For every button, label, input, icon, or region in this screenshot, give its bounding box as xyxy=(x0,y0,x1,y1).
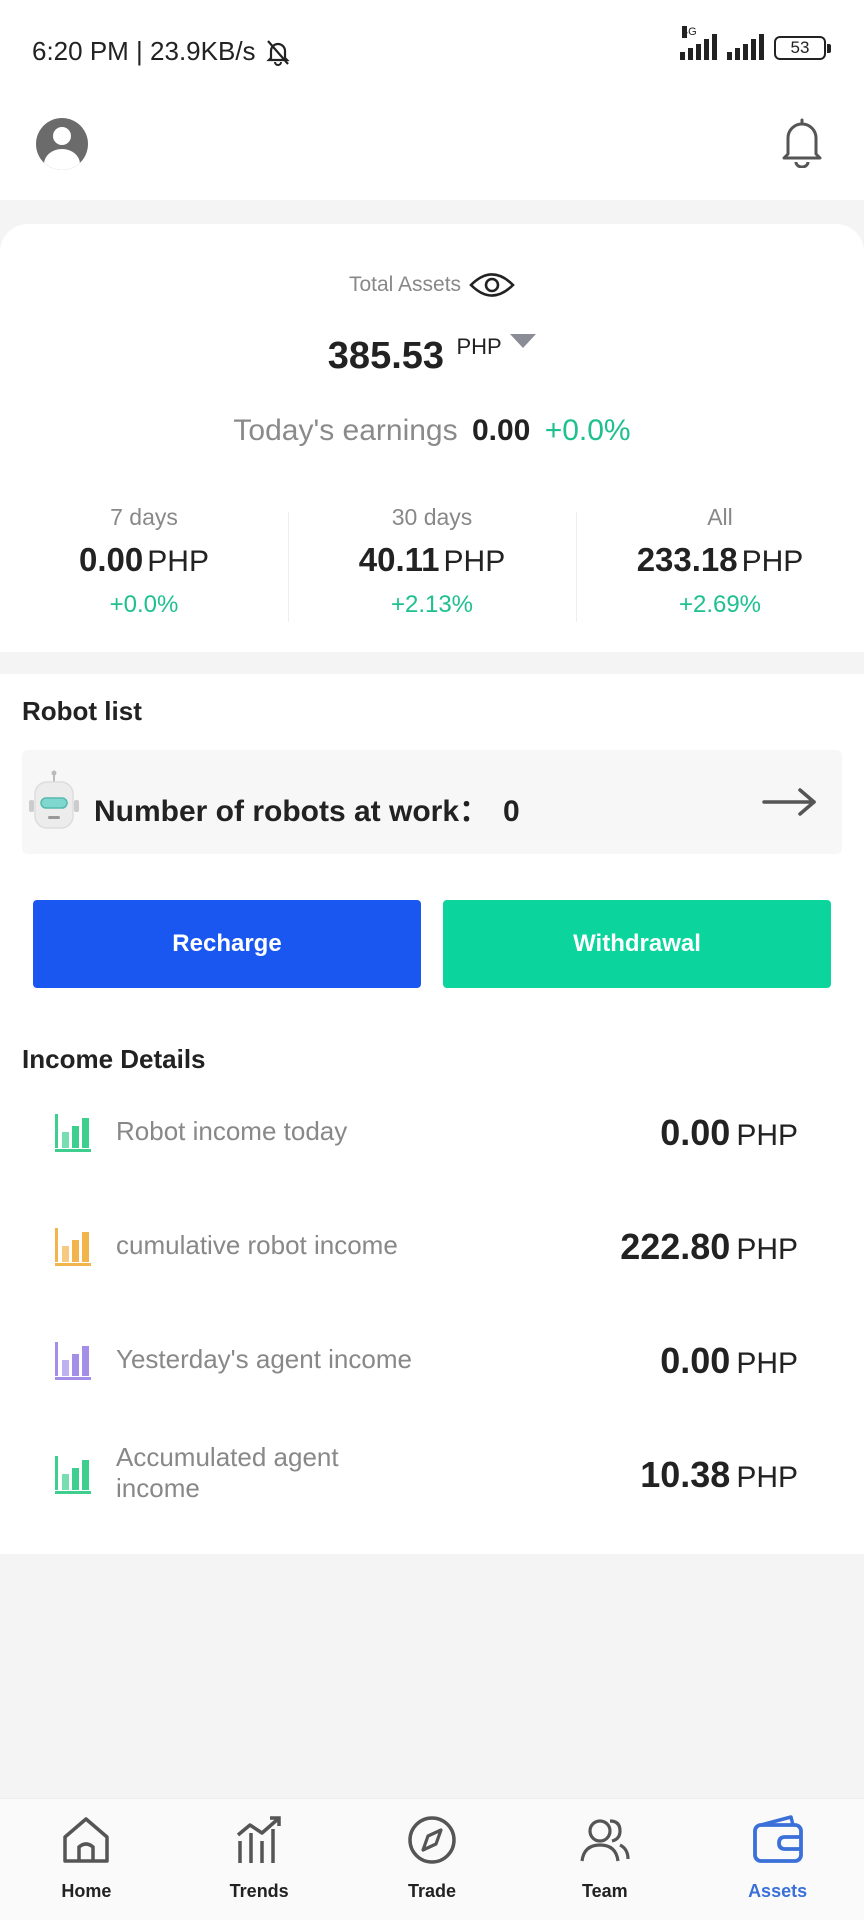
signal-4g-icon: 4G xyxy=(680,26,717,60)
nav-trends[interactable]: Trends xyxy=(173,1799,346,1920)
status-time: 6:20 PM | 23.9KB/s xyxy=(32,36,292,67)
trends-icon xyxy=(237,1816,281,1863)
total-assets-label: Total Assets xyxy=(0,270,864,300)
stat-label: 7 days xyxy=(110,504,178,530)
battery-icon: 53 xyxy=(774,36,831,60)
app-header xyxy=(0,100,864,200)
income-currency: PHP xyxy=(736,1233,798,1266)
nav-assets[interactable]: Assets xyxy=(691,1799,864,1920)
compass-icon xyxy=(408,1816,456,1864)
total-assets-text: Total Assets xyxy=(348,273,462,296)
income-row-yesterday-agent: Yesterday's agent income 0.00 PHP xyxy=(0,1314,864,1404)
recharge-button[interactable]: Recharge xyxy=(33,900,421,988)
income-currency: PHP xyxy=(736,1347,798,1380)
bell-icon[interactable] xyxy=(780,116,824,168)
nav-label: Trade xyxy=(407,1881,456,1901)
robot-list-title: Robot list xyxy=(22,696,142,726)
assets-card: Total Assets 385.53 PHP Today's earnings… xyxy=(0,224,864,652)
income-value: 0.00 xyxy=(660,1340,731,1381)
withdrawal-button[interactable]: Withdrawal xyxy=(443,900,831,988)
mute-bell-icon xyxy=(265,39,290,66)
eye-icon[interactable] xyxy=(469,270,515,300)
income-row-robot-today: Robot income today 0.00 PHP xyxy=(0,1086,864,1176)
currency-selector[interactable]: PHP xyxy=(456,334,501,359)
team-icon xyxy=(580,1819,630,1862)
income-row-accumulated-agent: Accumulated agent income 10.38 PHP xyxy=(0,1428,864,1518)
nav-label: Trends xyxy=(229,1881,289,1901)
stat-7-days: 7 days 0.00 PHP +0.0% xyxy=(0,504,288,624)
today-earnings-pct: +0.0% xyxy=(544,414,631,447)
income-label: Accumulated agent income xyxy=(116,1442,339,1503)
robot-icon xyxy=(29,770,79,829)
nav-home[interactable]: Home xyxy=(0,1799,173,1920)
stat-pct: +2.13% xyxy=(390,591,474,618)
stat-currency: PHP xyxy=(147,545,209,578)
income-details-title: Income Details xyxy=(22,1044,206,1074)
nav-label: Home xyxy=(61,1881,112,1901)
bottom-nav: Home Trends Trade Team Assets xyxy=(0,1798,864,1920)
stat-30-days: 30 days 40.11 PHP +2.13% xyxy=(288,504,576,624)
wallet-icon xyxy=(752,1815,803,1863)
today-earnings-label: Today's earnings xyxy=(233,414,458,447)
income-value: 0.00 xyxy=(660,1112,731,1153)
income-currency: PHP xyxy=(736,1461,798,1494)
stat-label: 30 days xyxy=(391,504,473,530)
battery-level: 53 xyxy=(790,38,810,57)
today-earnings: Today's earnings 0.00 +0.0% xyxy=(0,414,864,448)
income-label: Robot income today xyxy=(116,1115,348,1146)
bar-chart-icon xyxy=(55,1114,91,1152)
nav-trade[interactable]: Trade xyxy=(346,1799,519,1920)
nav-label: Assets xyxy=(748,1881,808,1901)
income-row-cumulative-robot: cumulative robot income 222.80 PHP xyxy=(0,1200,864,1290)
main-section: Robot list Number of robots at work： 0 Re… xyxy=(0,674,864,1554)
caret-down-icon[interactable] xyxy=(510,334,537,348)
income-value: 222.80 xyxy=(620,1226,731,1267)
stat-pct: +2.69% xyxy=(678,591,762,618)
home-icon xyxy=(63,1817,110,1863)
nav-label: Team xyxy=(581,1881,628,1901)
stat-pct: +0.0% xyxy=(109,591,179,618)
stat-value: 40.11 xyxy=(358,541,440,578)
stat-all: All 233.18 PHP +2.69% xyxy=(576,504,864,624)
nav-team[interactable]: Team xyxy=(518,1799,691,1920)
user-avatar-icon[interactable] xyxy=(36,118,88,170)
status-bar: 6:20 PM | 23.9KB/s 4G 53 xyxy=(0,0,864,100)
stat-currency: PHP xyxy=(443,545,506,578)
status-indicators: 4G 53 xyxy=(680,26,831,60)
today-earnings-value: 0.00 xyxy=(471,414,531,447)
income-value: 10.38 xyxy=(640,1454,731,1495)
income-label: cumulative robot income xyxy=(116,1229,398,1260)
total-assets-amount: 385.53 xyxy=(327,335,445,377)
stat-currency: PHP xyxy=(741,545,804,578)
bar-chart-icon xyxy=(55,1456,91,1494)
income-currency: PHP xyxy=(736,1119,798,1152)
status-time-text: 6:20 PM | 23.9KB/s xyxy=(32,36,256,66)
network-type-label: 4G xyxy=(682,26,697,38)
stat-value: 233.18 xyxy=(636,541,738,578)
bar-chart-icon xyxy=(55,1342,91,1380)
robots-at-work: Number of robots at work： 0 xyxy=(94,786,520,830)
robot-list-row[interactable]: Number of robots at work： 0 xyxy=(22,750,842,854)
total-assets-value: 385.53 PHP xyxy=(0,334,864,378)
bar-chart-icon xyxy=(55,1228,91,1266)
earnings-stats: 7 days 0.00 PHP +0.0% 30 days 40.11 PHP +2… xyxy=(0,504,864,624)
arrow-right-icon[interactable] xyxy=(762,784,818,820)
stat-label: All xyxy=(707,504,733,530)
robots-at-work-count: 0 xyxy=(503,795,520,828)
robots-at-work-label: Number of robots at work： xyxy=(94,795,490,828)
stat-value: 0.00 xyxy=(79,541,144,578)
income-label: Yesterday's agent income xyxy=(116,1343,412,1374)
signal-icon xyxy=(727,34,764,60)
